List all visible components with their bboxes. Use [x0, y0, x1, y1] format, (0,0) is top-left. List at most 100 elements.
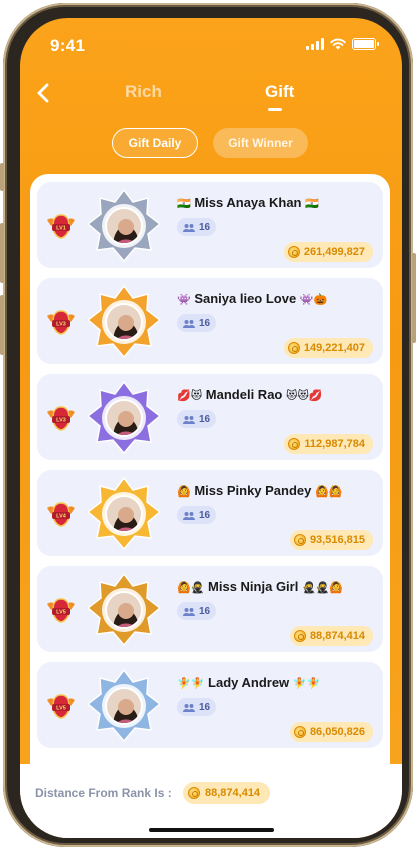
- tab-rich[interactable]: Rich: [125, 82, 162, 102]
- svg-text:LV3: LV3: [56, 322, 66, 328]
- mute-switch: [0, 163, 4, 191]
- active-tab-indicator: [268, 108, 282, 111]
- name-prefix-emoji: 🇮🇳: [177, 198, 191, 210]
- coin-icon: [293, 534, 306, 546]
- user-name-text: Miss Pinky Pandey: [194, 483, 312, 498]
- coin-total-pill: 86,050,826: [289, 722, 373, 742]
- coin-icon: [287, 342, 300, 354]
- user-name[interactable]: 🙆 Miss Pinky Pandey 🙆🙆: [177, 483, 342, 498]
- group-chip: 16: [177, 602, 217, 620]
- coin-total-pill: 149,221,407: [283, 338, 373, 358]
- svg-text:LV3: LV3: [56, 418, 66, 424]
- level-badge-icon: LV3: [47, 406, 75, 431]
- user-name-text: Saniya lieo Love: [194, 291, 297, 306]
- avatar-frame: [85, 284, 163, 360]
- ranking-row[interactable]: LV4 🙆 Miss Pinky Pandey 🙆🙆 16 93,516,815: [37, 470, 383, 556]
- name-suffix-emoji: 👾🎃: [299, 294, 328, 306]
- user-name-text: Miss Anaya Khan: [194, 195, 302, 210]
- group-chip: 16: [177, 218, 217, 236]
- coin-icon: [293, 726, 306, 738]
- group-chip: 16: [177, 698, 217, 716]
- coin-total: 261,499,827: [303, 246, 365, 258]
- user-name[interactable]: 💋😻 Mandeli Rao 😻😻💋: [177, 387, 323, 402]
- coin-total-pill: 88,874,414: [289, 626, 373, 646]
- filter-gift-winner[interactable]: Gift Winner: [213, 128, 308, 158]
- level-badge-icon: LV5: [47, 694, 75, 719]
- group-icon: [183, 703, 195, 712]
- avatar[interactable]: [105, 591, 143, 629]
- name-prefix-emoji: 🧚🧚: [177, 678, 205, 690]
- ranking-row[interactable]: LV3 👾 Saniya lieo Love 👾🎃 16 149,221,407: [37, 278, 383, 364]
- distance-value: 88,874,414: [205, 787, 261, 799]
- coin-total: 88,874,414: [309, 630, 365, 642]
- coin-total: 93,516,815: [309, 534, 365, 546]
- distance-coin-pill: 88,874,414: [183, 782, 271, 804]
- volume-up-button: [0, 223, 4, 283]
- status-time: 9:41: [50, 36, 86, 55]
- coin-icon: [293, 630, 306, 642]
- status-bar: 9:41: [20, 18, 402, 70]
- user-name[interactable]: 🧚🧚 Lady Andrew 🧚🧚: [177, 675, 320, 690]
- group-count: 16: [199, 317, 211, 329]
- coin-icon: [288, 438, 301, 450]
- name-suffix-emoji: 🇮🇳: [305, 198, 319, 210]
- coin-total-pill: 112,987,784: [284, 434, 373, 454]
- name-suffix-emoji: 🙆🙆: [315, 486, 343, 498]
- group-chip: 16: [177, 314, 217, 332]
- group-count: 16: [199, 605, 211, 617]
- user-name[interactable]: 🇮🇳 Miss Anaya Khan 🇮🇳: [177, 195, 319, 210]
- volume-down-button: [0, 295, 4, 355]
- avatar[interactable]: [105, 207, 143, 245]
- avatar-frame: [85, 188, 163, 264]
- group-count: 16: [199, 221, 211, 233]
- phone-frame: 9:41 Rich Gift Gift Daily Gift Winner LV…: [0, 3, 416, 847]
- level-badge-icon: LV3: [47, 310, 75, 335]
- ranking-row[interactable]: LV5 🙆🥷 Miss Ninja Girl 🥷🥷🙆 16 88,874,414: [37, 566, 383, 652]
- avatar[interactable]: [105, 303, 143, 341]
- avatar-frame: [85, 668, 163, 744]
- coin-total: 149,221,407: [303, 342, 365, 354]
- group-chip: 16: [177, 410, 217, 428]
- name-suffix-emoji: 🧚🧚: [292, 678, 321, 690]
- name-prefix-emoji: 💋😻: [177, 390, 203, 402]
- status-icons: [306, 38, 379, 50]
- level-badge-icon: LV4: [47, 502, 75, 527]
- tab-gift[interactable]: Gift: [265, 82, 294, 102]
- rank-distance-bar: Distance From Rank Is : 88,874,414: [20, 764, 402, 838]
- coin-icon: [287, 246, 300, 258]
- group-icon: [183, 415, 195, 424]
- wifi-icon: [330, 38, 346, 50]
- svg-text:LV5: LV5: [56, 706, 66, 712]
- coin-total: 112,987,784: [304, 438, 365, 450]
- distance-label: Distance From Rank Is :: [35, 786, 172, 800]
- svg-text:LV1: LV1: [56, 226, 66, 232]
- name-suffix-emoji: 🥷🥷🙆: [301, 582, 344, 594]
- coin-total-pill: 93,516,815: [289, 530, 373, 550]
- group-icon: [183, 511, 195, 520]
- coin-total: 86,050,826: [309, 726, 365, 738]
- app-screen: 9:41 Rich Gift Gift Daily Gift Winner LV…: [20, 18, 402, 838]
- avatar-frame: [85, 380, 163, 456]
- ranking-list[interactable]: LV1 🇮🇳 Miss Anaya Khan 🇮🇳 16 261,499,827…: [30, 174, 390, 774]
- power-button: [412, 253, 416, 343]
- home-indicator[interactable]: [149, 828, 274, 832]
- user-name[interactable]: 🙆🥷 Miss Ninja Girl 🥷🥷🙆: [177, 579, 343, 594]
- avatar[interactable]: [105, 399, 143, 437]
- chevron-left-icon[interactable]: [36, 82, 58, 106]
- ranking-row[interactable]: LV5 🧚🧚 Lady Andrew 🧚🧚 16 86,050,826: [37, 662, 383, 748]
- user-name[interactable]: 👾 Saniya lieo Love 👾🎃: [177, 291, 327, 306]
- name-suffix-emoji: 😻😻💋: [286, 390, 323, 402]
- svg-text:LV5: LV5: [56, 610, 66, 616]
- group-chip: 16: [177, 506, 217, 524]
- group-count: 16: [199, 701, 211, 713]
- user-name-text: Lady Andrew: [208, 675, 290, 690]
- avatar[interactable]: [105, 495, 143, 533]
- level-badge-icon: LV5: [47, 598, 75, 623]
- signal-icon: [306, 38, 324, 50]
- avatar[interactable]: [105, 687, 143, 725]
- ranking-row[interactable]: LV3 💋😻 Mandeli Rao 😻😻💋 16 112,987,784: [37, 374, 383, 460]
- filter-gift-daily[interactable]: Gift Daily: [112, 128, 198, 158]
- name-prefix-emoji: 🙆: [177, 486, 191, 498]
- group-icon: [183, 607, 195, 616]
- ranking-row[interactable]: LV1 🇮🇳 Miss Anaya Khan 🇮🇳 16 261,499,827: [37, 182, 383, 268]
